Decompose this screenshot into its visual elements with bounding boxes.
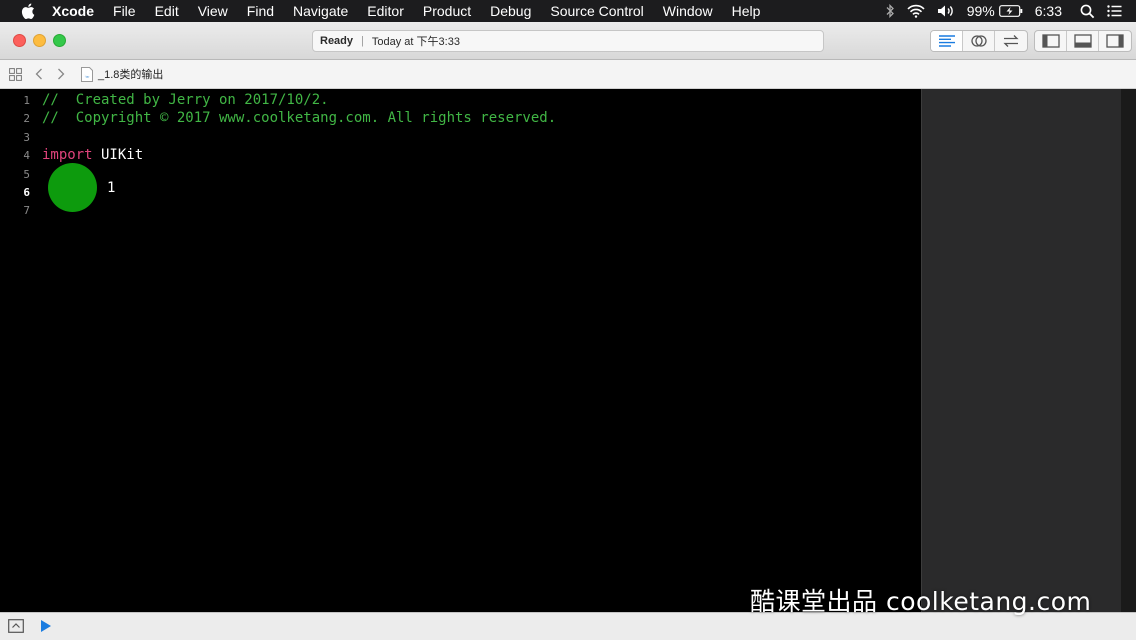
comment-token: // Copyright © 2017 www.coolketang.com. … [42,110,557,126]
menu-debug[interactable]: Debug [490,3,531,19]
wifi-icon[interactable] [907,4,925,18]
code-text[interactable]: // Created by Jerry on 2017/10/2. [42,91,329,109]
close-window-button[interactable] [13,34,26,47]
clock[interactable]: 6:33 [1035,3,1062,19]
window-toolbar: Ready | Today at 下午3:33 [0,22,1136,60]
swift-playground-file-icon [80,66,93,82]
menu-navigate[interactable]: Navigate [293,3,348,19]
utilities-panel-icon[interactable] [1099,31,1131,51]
assistant-editor-icon[interactable] [963,31,995,51]
battery-icon[interactable] [998,5,1023,17]
menu-window[interactable]: Window [663,3,713,19]
related-items-grid-icon[interactable] [8,67,22,81]
jump-bar: _1.8类的输出 [0,60,1136,89]
identifier-token: UIKit [92,147,144,163]
comment-token: // Created by Jerry on 2017/10/2. [42,92,329,108]
spotlight-icon[interactable] [1080,4,1095,19]
line-number-current: 6 [23,186,30,199]
code-line: 3 [0,128,921,146]
line-number: 1 [23,94,30,107]
line-number: 5 [23,168,30,181]
debug-area-icon[interactable] [1067,31,1099,51]
line-number: 7 [23,204,30,217]
menu-source-control[interactable]: Source Control [550,3,643,19]
volume-icon[interactable] [937,4,955,18]
keyword-token: import [42,147,93,163]
navigator-panel-icon[interactable] [1035,31,1067,51]
minimize-window-button[interactable] [33,34,46,47]
menu-editor[interactable]: Editor [367,3,404,19]
playground-results-sidebar[interactable] [921,89,1121,612]
back-chevron-icon[interactable] [32,67,46,81]
code-text[interactable]: import UIKit [42,146,143,164]
zoom-window-button[interactable] [53,34,66,47]
code-line: 1 // Created by Jerry on 2017/10/2. [0,91,921,109]
editor-mode-segmented-control [930,30,1028,52]
apple-icon[interactable] [18,1,38,21]
code-line: 4 import UIKit [0,146,921,164]
watermark-text: 酷课堂出品 coolketang.com [750,587,1092,616]
hide-debug-area-icon[interactable] [8,619,24,633]
code-text[interactable]: // Copyright © 2017 www.coolketang.com. … [42,109,556,127]
standard-editor-icon[interactable] [931,31,963,51]
notification-center-icon[interactable] [1107,5,1122,17]
battery-percent: 99% [966,3,995,19]
code-line: 2 // Copyright © 2017 www.coolketang.com… [0,109,921,127]
code-line-current: 6 [0,183,921,201]
menu-edit[interactable]: Edit [155,3,179,19]
code-line: 7 [0,201,921,219]
menu-view[interactable]: View [198,3,228,19]
line-number: 3 [23,131,30,144]
menu-help[interactable]: Help [732,3,761,19]
line-number: 4 [23,149,30,162]
inline-result-value: 1 [107,180,116,196]
menu-find[interactable]: Find [247,3,274,19]
build-status: Ready [320,35,354,47]
forward-chevron-icon[interactable] [54,67,68,81]
jump-bar-filename[interactable]: _1.8类的输出 [98,66,163,82]
version-editor-icon[interactable] [995,31,1027,51]
panel-toggle-segmented-control [1034,30,1132,52]
code-line: 5 [0,165,921,183]
menu-bar: Xcode File Edit View Find Navigate Edito… [0,0,1136,22]
menu-file[interactable]: File [113,3,136,19]
status-area: 99% 6:33 [885,0,1136,22]
line-number: 2 [23,112,30,125]
run-playground-icon[interactable] [40,619,54,633]
activity-viewer: Ready | Today at 下午3:33 [312,30,824,52]
menu-app[interactable]: Xcode [52,3,94,19]
editor-scrollbar[interactable] [1121,89,1136,612]
source-editor[interactable]: 1 // Created by Jerry on 2017/10/2. 2 //… [0,89,921,612]
build-timestamp: Today at 下午3:33 [371,36,460,48]
activity-separator: | [361,35,364,47]
touch-indicator [48,163,97,212]
menu-product[interactable]: Product [423,3,471,19]
bluetooth-icon[interactable] [885,4,895,18]
